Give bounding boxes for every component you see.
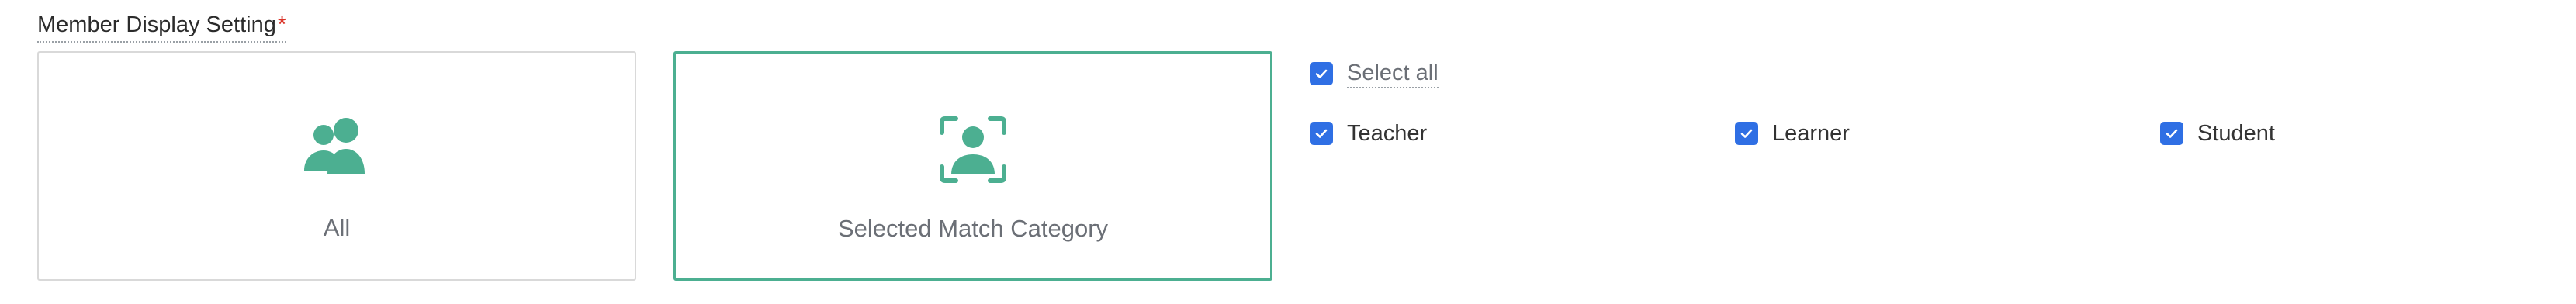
member-display-setting-label: Member Display Setting* (37, 11, 287, 43)
person-focus-icon (940, 116, 1006, 183)
option-all-label: All (323, 214, 351, 241)
category-checkbox-teacher[interactable]: Teacher (1310, 119, 1427, 147)
checkmark-icon (2166, 129, 2178, 138)
category-checkbox-learner[interactable]: Learner (1735, 119, 1850, 147)
select-all-label: Select all (1347, 59, 1439, 88)
student-checkbox[interactable] (2160, 122, 2183, 145)
select-all-checkbox-row[interactable]: Select all (1310, 59, 1439, 88)
checkmark-icon (1315, 129, 1328, 138)
required-marker: * (277, 12, 287, 37)
select-all-checkbox[interactable] (1310, 62, 1333, 85)
category-checkbox-student[interactable]: Student (2160, 119, 2275, 147)
learner-checkbox[interactable] (1735, 122, 1758, 145)
teacher-label: Teacher (1347, 121, 1428, 146)
option-card-all[interactable]: All (37, 51, 636, 281)
student-label: Student (2197, 121, 2275, 146)
teacher-checkbox[interactable] (1310, 122, 1333, 145)
option-card-selected-match-category[interactable]: Selected Match Category (673, 51, 1272, 281)
group-icon (304, 118, 365, 174)
field-label-text: Member Display Setting (37, 12, 276, 37)
option-selected-match-label: Selected Match Category (837, 215, 1109, 242)
checkmark-icon (1315, 69, 1328, 78)
checkmark-icon (1740, 129, 1753, 138)
learner-label: Learner (1772, 121, 1850, 146)
